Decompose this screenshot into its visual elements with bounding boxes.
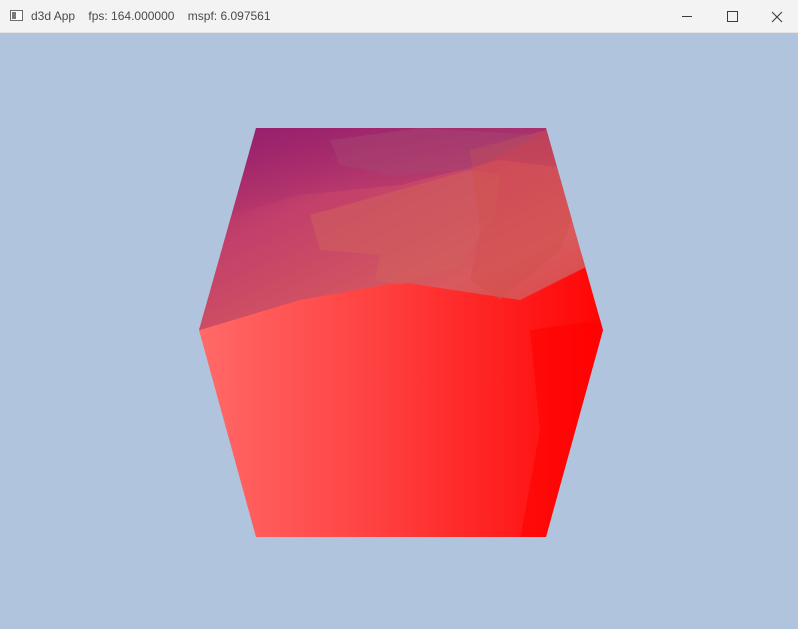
title-bar[interactable]: d3d App fps: 164.000000 mspf: 6.097561 <box>0 0 798 33</box>
maximize-icon <box>727 11 738 22</box>
maximize-button[interactable] <box>710 0 756 33</box>
app-window: d3d App fps: 164.000000 mspf: 6.097561 <box>0 0 798 629</box>
render-viewport[interactable] <box>0 33 798 629</box>
cube-scene <box>199 128 603 537</box>
close-icon <box>771 11 783 23</box>
minimize-icon <box>682 16 692 17</box>
close-button[interactable] <box>754 0 798 33</box>
window-app-icon[interactable] <box>10 10 23 21</box>
window-title: d3d App fps: 164.000000 mspf: 6.097561 <box>31 9 271 23</box>
minimize-button[interactable] <box>664 0 710 33</box>
